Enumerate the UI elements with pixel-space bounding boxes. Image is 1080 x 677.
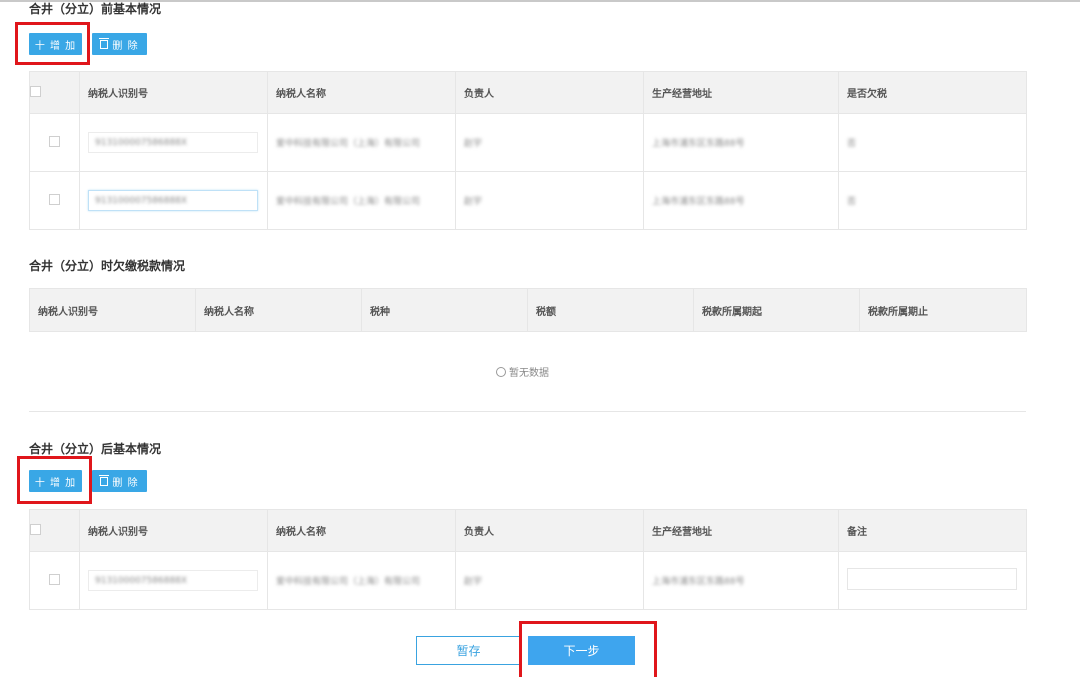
cell-id[interactable]: 913100007586888X — [79, 551, 268, 610]
id-input[interactable]: 913100007586888X — [88, 570, 258, 591]
cell-name: 爱中科技有限公司（上海）有限公司 — [267, 113, 456, 172]
table-header-row: 纳税人识别号 纳税人名称 税种 税额 税款所属期起 税款所属期止 — [29, 288, 1027, 332]
empty-text: 暂无数据 — [509, 368, 549, 379]
section-divider — [29, 411, 1026, 412]
section-before-title: 合井（分立）前基本情况 — [29, 2, 162, 16]
delete-button-label: 删 除 — [112, 40, 139, 52]
cell-address: 上海市浦东区东路88号 — [643, 113, 839, 172]
select-all-checkbox[interactable] — [30, 523, 41, 535]
save-draft-button[interactable]: 暂存 — [416, 636, 521, 665]
delete-button-before[interactable]: 删 除 — [92, 33, 147, 55]
col-header: 纳税人识别号 — [79, 71, 268, 114]
delete-button-after[interactable]: 删 除 — [92, 470, 147, 492]
cell-name: 爱中科技有限公司（上海）有限公司 — [267, 551, 456, 610]
empty-state: 暂无数据 — [496, 364, 549, 379]
row-select-cell[interactable] — [29, 551, 80, 610]
col-header: 税额 — [527, 288, 694, 332]
table-row: 913100007586888X 爱中科技有限公司（上海）有限公司 赵宇 上海市… — [29, 551, 1027, 610]
col-header: 纳税人名称 — [267, 71, 456, 114]
cell-arrears: 否 — [838, 113, 1027, 172]
delete-button-label: 删 除 — [112, 477, 139, 489]
highlight-box-add-before — [15, 22, 90, 65]
row-select-cell[interactable] — [29, 171, 80, 230]
highlight-box-next — [519, 621, 657, 677]
col-header: 纳税人名称 — [195, 288, 362, 332]
select-all-cell[interactable] — [29, 71, 80, 114]
cell-id[interactable]: 913100007586888X — [79, 113, 268, 172]
cell-name: 爱中科技有限公司（上海）有限公司 — [267, 171, 456, 230]
row-checkbox[interactable] — [49, 573, 60, 585]
col-header: 税款所属期起 — [693, 288, 860, 332]
select-all-cell[interactable] — [29, 509, 80, 552]
cell-person: 赵宇 — [455, 551, 644, 610]
empty-face-icon — [496, 366, 506, 377]
col-header: 税种 — [361, 288, 528, 332]
section-arrears-title: 合井（分立）时欠缴税款情况 — [29, 259, 186, 273]
table-header-row: 纳税人识别号 纳税人名称 负责人 生产经营地址 备注 — [29, 509, 1027, 552]
table-row: 913100007586888X 爱中科技有限公司（上海）有限公司 赵宇 上海市… — [29, 113, 1027, 172]
cell-id[interactable]: 913100007586888X — [79, 171, 268, 230]
col-header: 是否欠税 — [838, 71, 1027, 114]
table-arrears: 纳税人识别号 纳税人名称 税种 税额 税款所属期起 税款所属期止 — [29, 288, 1027, 332]
trash-icon — [99, 474, 110, 486]
col-header: 负责人 — [455, 509, 644, 552]
cell-person: 赵宇 — [455, 171, 644, 230]
table-before: 纳税人识别号 纳税人名称 负责人 生产经营地址 是否欠税 91310000758… — [29, 71, 1027, 230]
cell-address: 上海市浦东区东路88号 — [643, 171, 839, 230]
col-header: 税款所属期止 — [859, 288, 1027, 332]
row-checkbox[interactable] — [49, 135, 60, 147]
select-all-checkbox[interactable] — [30, 85, 41, 97]
cell-person: 赵宇 — [455, 113, 644, 172]
note-input[interactable] — [847, 568, 1017, 590]
row-checkbox[interactable] — [49, 193, 60, 205]
col-header: 备注 — [838, 509, 1027, 552]
cell-address: 上海市浦东区东路88号 — [643, 551, 839, 610]
highlight-box-add-after — [17, 456, 92, 504]
col-header: 纳税人名称 — [267, 509, 456, 552]
col-header: 生产经营地址 — [643, 71, 839, 114]
id-input[interactable]: 913100007586888X — [88, 190, 258, 211]
col-header: 负责人 — [455, 71, 644, 114]
trash-icon — [99, 37, 110, 49]
col-header: 纳税人识别号 — [79, 509, 268, 552]
table-after: 纳税人识别号 纳税人名称 负责人 生产经营地址 备注 9131000075868… — [29, 509, 1027, 610]
col-header: 纳税人识别号 — [29, 288, 196, 332]
top-divider — [0, 0, 1080, 2]
table-row: 913100007586888X 爱中科技有限公司（上海）有限公司 赵宇 上海市… — [29, 171, 1027, 230]
col-header: 生产经营地址 — [643, 509, 839, 552]
cell-note[interactable] — [838, 551, 1027, 610]
table-header-row: 纳税人识别号 纳税人名称 负责人 生产经营地址 是否欠税 — [29, 71, 1027, 114]
section-after-title: 合井（分立）后基本情况 — [29, 442, 162, 456]
cell-arrears: 否 — [838, 171, 1027, 230]
row-select-cell[interactable] — [29, 113, 80, 172]
id-input[interactable]: 913100007586888X — [88, 132, 258, 153]
